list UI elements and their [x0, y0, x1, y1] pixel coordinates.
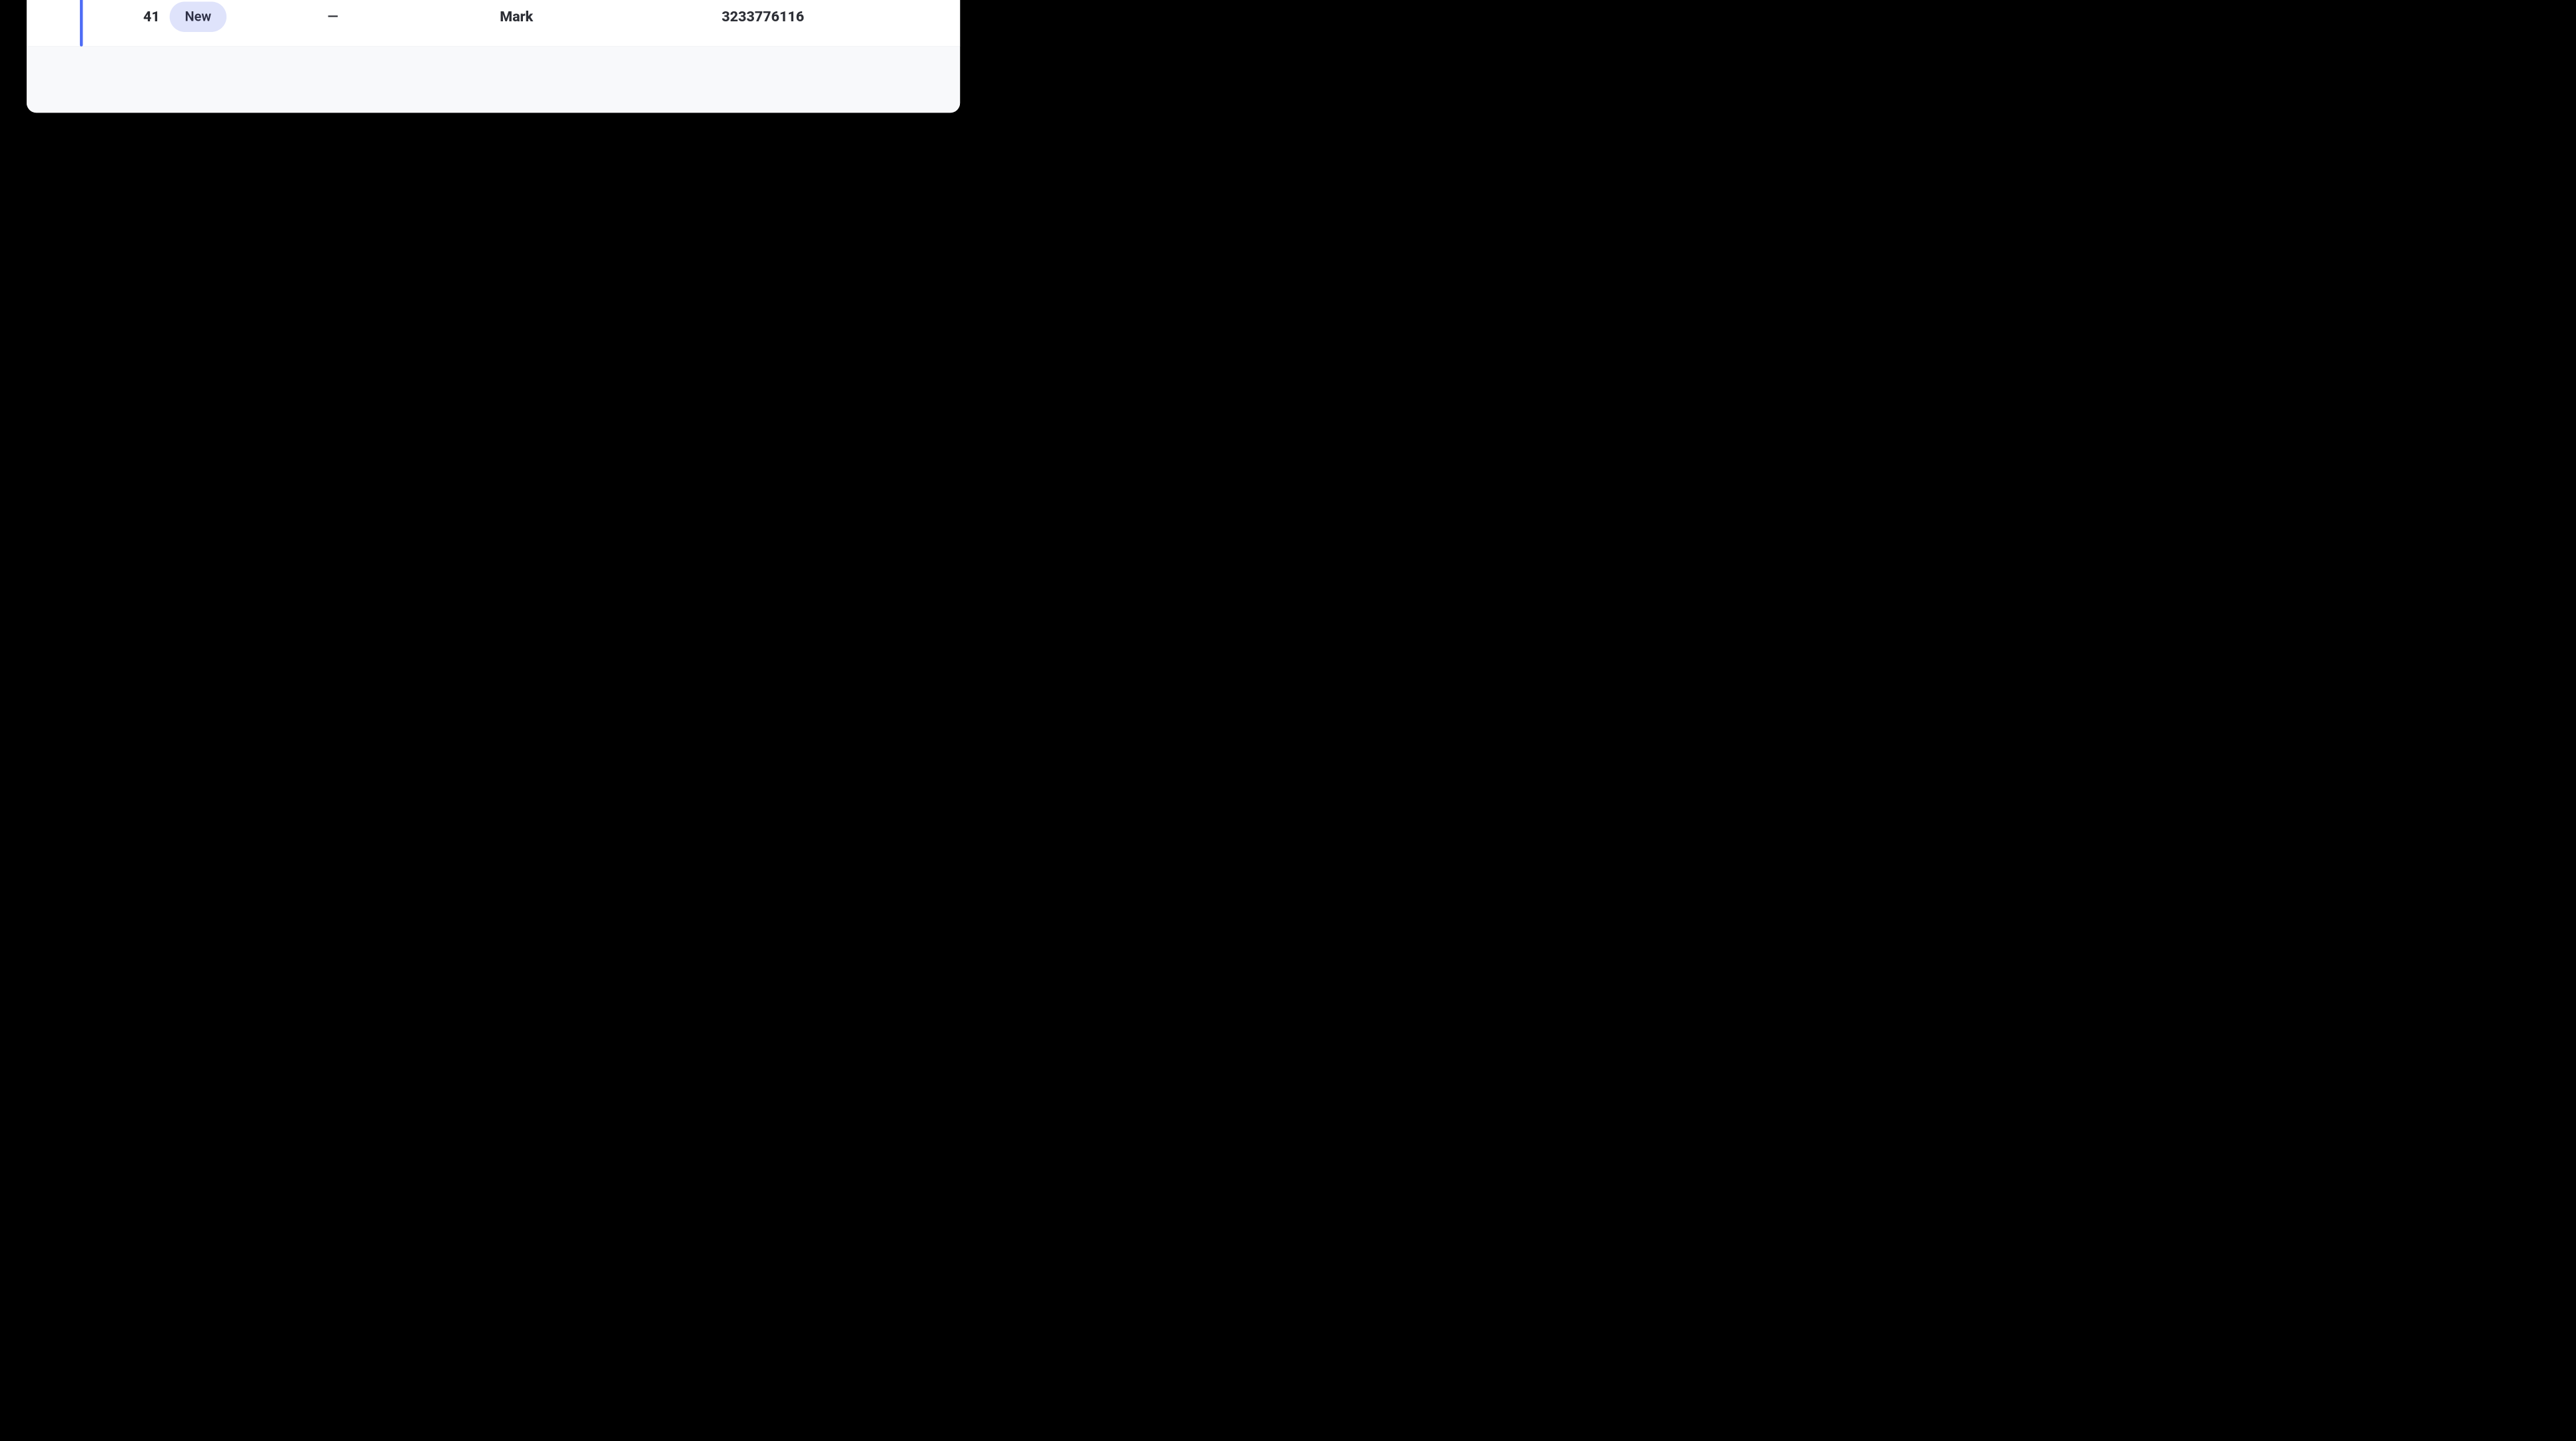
cell-payment: —	[327, 8, 500, 25]
table-body: 44 New — Jane 3108975426 43 New — Dick 3…	[27, 0, 960, 46]
cell-contact: 3233776116	[721, 8, 960, 25]
cell-id: 41	[105, 8, 169, 25]
selection-indicator	[80, 0, 83, 46]
table-row[interactable]: 41 New — Mark 3233776116	[27, 0, 960, 46]
status-badge: New	[170, 1, 227, 32]
leads-table: Status 3108975426 Payment Customer C	[27, 0, 960, 46]
page-content: Leads Status 3108975426 Payment	[27, 0, 960, 113]
app-window: Sites Pages Products	[27, 0, 960, 113]
cell-customer: Mark	[500, 8, 721, 25]
